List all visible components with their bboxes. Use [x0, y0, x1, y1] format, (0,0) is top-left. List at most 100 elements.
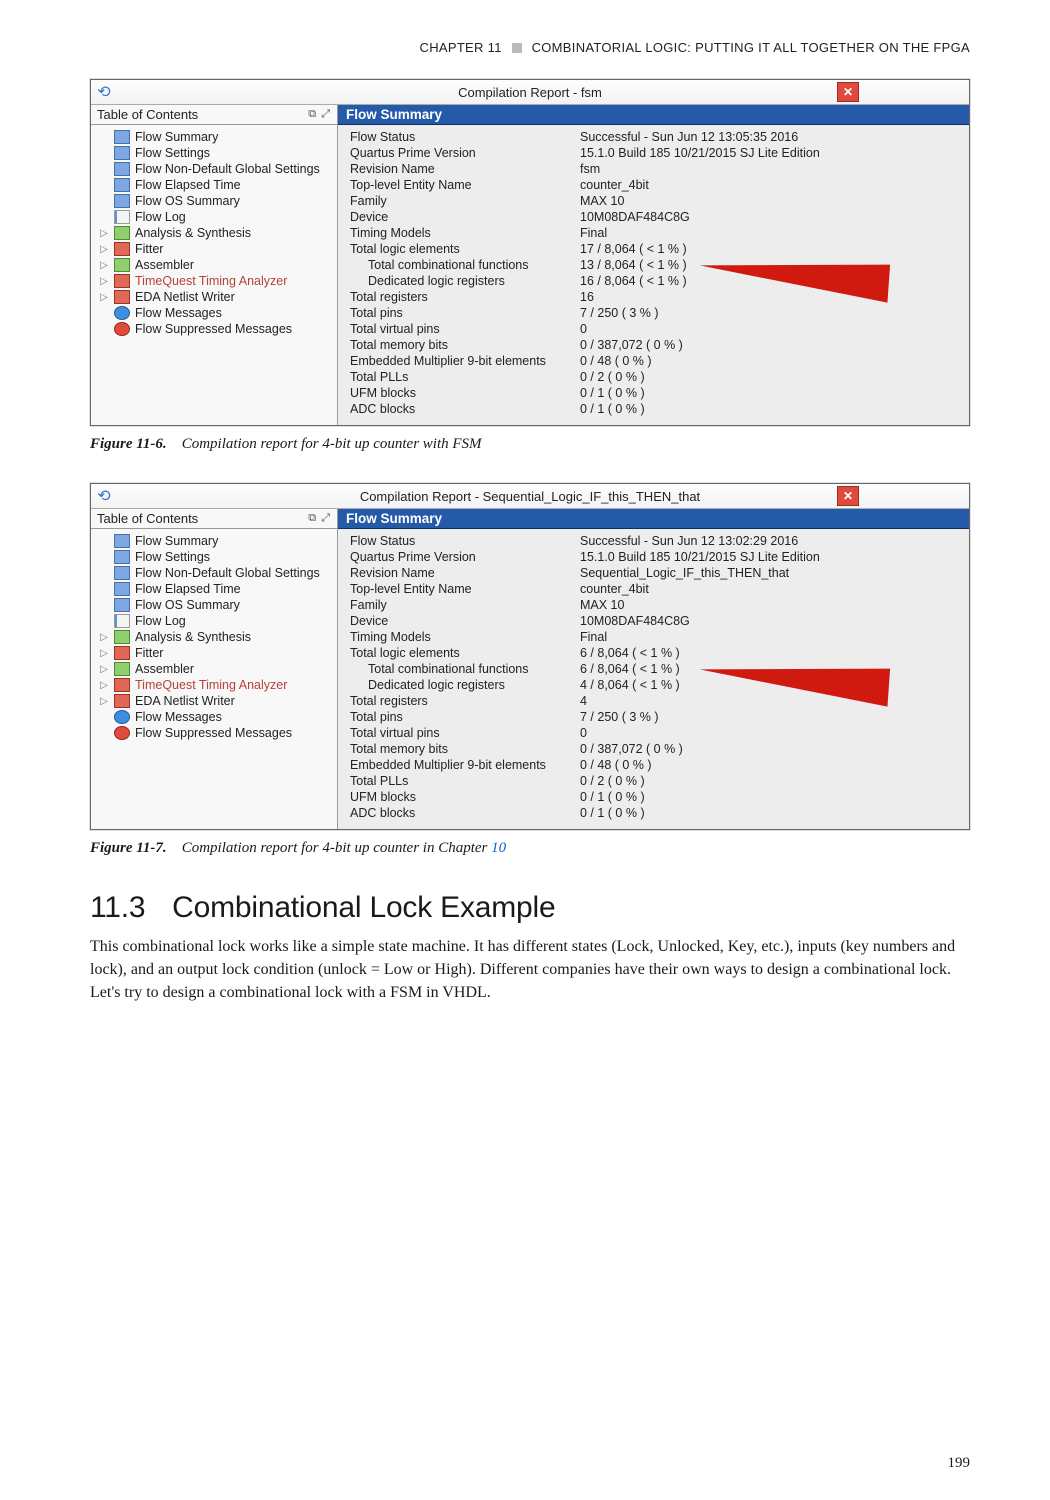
summary-key: Device	[350, 210, 580, 224]
flow-summary-table: Flow StatusSuccessful - Sun Jun 12 13:05…	[338, 125, 969, 425]
caption-label: Figure 11-6.	[90, 436, 167, 452]
toc-item[interactable]: ▷Assembler	[99, 257, 333, 273]
table-icon	[114, 130, 130, 144]
figure-b-caption: Figure 11-7. Compilation report for 4-bi…	[90, 840, 970, 857]
summary-key: Quartus Prime Version	[350, 146, 580, 160]
summary-key: UFM blocks	[350, 790, 580, 804]
close-icon[interactable]: ✕	[837, 82, 859, 102]
toc-item[interactable]: ▷Flow Suppressed Messages	[99, 725, 333, 741]
toc-item[interactable]: ▷Flow Log	[99, 613, 333, 629]
section-number: 11.3	[90, 891, 164, 925]
toc-item[interactable]: ▷Flow Suppressed Messages	[99, 321, 333, 337]
titlebar: ⟲ Compilation Report - Sequential_Logic_…	[91, 484, 969, 509]
chapter-link[interactable]: 10	[491, 840, 506, 856]
summary-key: Total memory bits	[350, 338, 580, 352]
summary-key: Total registers	[350, 290, 580, 304]
summary-row: Total pins7 / 250 ( 3 % )	[350, 709, 959, 725]
toc-item[interactable]: ▷Flow Non-Default Global Settings	[99, 161, 333, 177]
expand-arrow-icon[interactable]: ▷	[99, 276, 109, 287]
toc-item[interactable]: ▷Flow Log	[99, 209, 333, 225]
body-paragraph: This combinational lock works like a sim…	[90, 935, 970, 1005]
toc-item[interactable]: ▷Analysis & Synthesis	[99, 629, 333, 645]
toc-item-label: Fitter	[135, 646, 163, 660]
folder-g-icon	[114, 662, 130, 676]
expand-arrow-icon[interactable]: ▷	[99, 680, 109, 691]
summary-row: Quartus Prime Version15.1.0 Build 185 10…	[350, 145, 959, 161]
summary-key: Total logic elements	[350, 242, 580, 256]
expand-arrow-icon[interactable]: ▷	[99, 648, 109, 659]
summary-key: Device	[350, 614, 580, 628]
close-icon[interactable]: ✕	[837, 486, 859, 506]
toc-item-label: Flow Summary	[135, 534, 218, 548]
back-icon[interactable]: ⟲	[91, 486, 117, 506]
summary-value: 0 / 48 ( 0 % )	[580, 758, 959, 772]
toc-item[interactable]: ▷Flow OS Summary	[99, 193, 333, 209]
toc-controls-icon[interactable]: ⧉ ⤢	[308, 512, 331, 525]
summary-row: Total logic elements6 / 8,064 ( < 1 % )	[350, 645, 959, 661]
expand-arrow-icon[interactable]: ▷	[99, 244, 109, 255]
summary-row: Total registers16	[350, 289, 959, 305]
toc-item[interactable]: ▷EDA Netlist Writer	[99, 289, 333, 305]
summary-row: Total virtual pins0	[350, 321, 959, 337]
toc-item[interactable]: ▷Flow Messages	[99, 709, 333, 725]
summary-row: UFM blocks0 / 1 ( 0 % )	[350, 789, 959, 805]
summary-key: Total PLLs	[350, 370, 580, 384]
toc-item-label: Flow Log	[135, 614, 186, 628]
toc-item[interactable]: ▷TimeQuest Timing Analyzer	[99, 677, 333, 693]
summary-value: 0 / 2 ( 0 % )	[580, 774, 959, 788]
toc-item-label: Flow Summary	[135, 130, 218, 144]
toc-item-label: Flow Suppressed Messages	[135, 726, 292, 740]
summary-row: Revision Namefsm	[350, 161, 959, 177]
toc-controls-icon[interactable]: ⧉ ⤢	[308, 108, 331, 121]
folder-g-icon	[114, 630, 130, 644]
summary-value: 10M08DAF484C8G	[580, 614, 959, 628]
table-icon	[114, 162, 130, 176]
toc-item[interactable]: ▷ Fitter	[99, 645, 333, 661]
toc-item[interactable]: ▷Flow Non-Default Global Settings	[99, 565, 333, 581]
summary-value: 6 / 8,064 ( < 1 % )	[580, 662, 959, 676]
summary-value: 0 / 1 ( 0 % )	[580, 806, 959, 820]
expand-arrow-icon[interactable]: ▷	[99, 292, 109, 303]
summary-key: Flow Status	[350, 534, 580, 548]
toc-item[interactable]: ▷Fitter	[99, 241, 333, 257]
toc-item[interactable]: ▷Flow Messages	[99, 305, 333, 321]
folder-g-icon	[114, 226, 130, 240]
summary-value: 7 / 250 ( 3 % )	[580, 306, 959, 320]
toc-item[interactable]: ▷Flow Elapsed Time	[99, 581, 333, 597]
toc-item[interactable]: ▷Flow OS Summary	[99, 597, 333, 613]
table-of-contents: Table of Contents ⧉ ⤢ ▷Flow Summary▷Flow…	[91, 105, 338, 425]
summary-key: Embedded Multiplier 9-bit elements	[350, 758, 580, 772]
toc-item[interactable]: ▷EDA Netlist Writer	[99, 693, 333, 709]
table-icon	[114, 178, 130, 192]
circle-b-icon	[114, 710, 130, 724]
summary-value: Sequential_Logic_IF_this_THEN_that	[580, 566, 959, 580]
toc-item[interactable]: ▷TimeQuest Timing Analyzer	[99, 273, 333, 289]
toc-item[interactable]: ▷Flow Summary	[99, 129, 333, 145]
summary-value: 15.1.0 Build 185 10/21/2015 SJ Lite Edit…	[580, 146, 959, 160]
toc-item[interactable]: ▷Analysis & Synthesis	[99, 225, 333, 241]
expand-arrow-icon[interactable]: ▷	[99, 260, 109, 271]
back-icon[interactable]: ⟲	[91, 82, 117, 102]
summary-row: Dedicated logic registers4 / 8,064 ( < 1…	[350, 677, 959, 693]
toc-item[interactable]: ▷Flow Summary	[99, 533, 333, 549]
summary-key: Timing Models	[350, 226, 580, 240]
toc-header: Table of Contents ⧉ ⤢	[91, 509, 337, 529]
figure-a-caption: Figure 11-6. Compilation report for 4-bi…	[90, 436, 970, 453]
expand-arrow-icon[interactable]: ▷	[99, 664, 109, 675]
folder-r-icon	[114, 678, 130, 692]
summary-key: Total pins	[350, 306, 580, 320]
toc-item[interactable]: ▷Flow Settings	[99, 145, 333, 161]
summary-value: 17 / 8,064 ( < 1 % )	[580, 242, 959, 256]
summary-key: Dedicated logic registers	[350, 274, 580, 288]
toc-item[interactable]: ▷Assembler	[99, 661, 333, 677]
circle-r-icon	[114, 726, 130, 740]
expand-arrow-icon[interactable]: ▷	[99, 696, 109, 707]
folder-r-icon	[114, 290, 130, 304]
table-icon	[114, 534, 130, 548]
toc-item[interactable]: ▷Flow Settings	[99, 549, 333, 565]
toc-item[interactable]: ▷Flow Elapsed Time	[99, 177, 333, 193]
expand-arrow-icon[interactable]: ▷	[99, 632, 109, 643]
expand-arrow-icon[interactable]: ▷	[99, 228, 109, 239]
toc-item-label: Flow Suppressed Messages	[135, 322, 292, 336]
toc-header: Table of Contents ⧉ ⤢	[91, 105, 337, 125]
